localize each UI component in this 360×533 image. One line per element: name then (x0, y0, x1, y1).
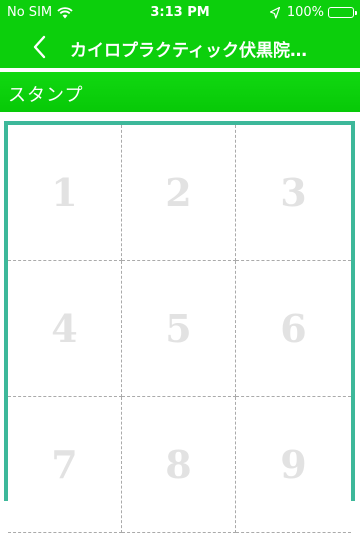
status-right: 100% (269, 5, 357, 20)
stamp-slot-9: 9 (236, 397, 351, 533)
battery-percent: 100% (286, 5, 324, 20)
stamp-slot-4: 4 (8, 261, 122, 397)
section-header: スタンプ (0, 72, 360, 112)
stamp-slot-7: 7 (8, 397, 122, 533)
navigation-bar: カイロプラクティック伏黒院… (0, 26, 360, 68)
stamp-grid: 1 2 3 4 5 6 7 8 9 (8, 125, 351, 533)
app-header: No SIM 3:13 PM 100% カイロプラクティック伏黒院… (0, 0, 360, 68)
location-arrow-icon (269, 6, 280, 19)
stamp-slot-5: 5 (122, 261, 236, 397)
stamp-slot-8: 8 (122, 397, 236, 533)
stamp-slot-6: 6 (236, 261, 351, 397)
page-title: カイロプラクティック伏黒院… (70, 41, 307, 61)
stamp-card: 1 2 3 4 5 6 7 8 9 (4, 121, 355, 533)
stamp-slot-3: 3 (236, 125, 351, 261)
stamp-slot-1: 1 (8, 125, 122, 261)
battery-icon (328, 7, 357, 18)
back-chevron-icon[interactable] (28, 34, 52, 60)
section-title: スタンプ (8, 85, 84, 106)
stamp-slot-2: 2 (122, 125, 236, 261)
status-bar: No SIM 3:13 PM 100% (0, 0, 360, 26)
